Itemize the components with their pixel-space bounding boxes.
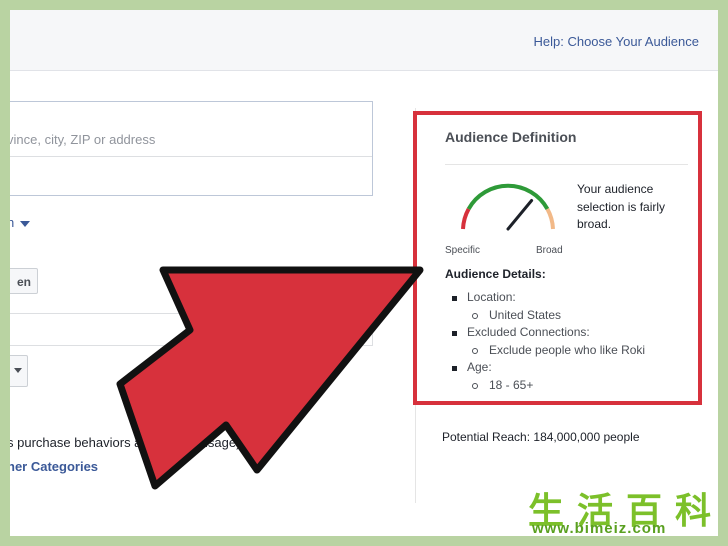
detail-age-value: 18 - 65+ xyxy=(445,377,695,395)
location-input-box[interactable] xyxy=(10,101,373,196)
select-caret-icon xyxy=(14,368,22,373)
audience-gauge: Specific Broad xyxy=(445,183,563,256)
audience-definition-panel: Audience Definition Specific Broad Your … xyxy=(413,111,702,405)
connection-dropdown[interactable]: n xyxy=(10,215,31,230)
gauge-max-label: Broad xyxy=(536,245,563,256)
behaviors-text: s purchase behaviors and device usage) xyxy=(10,435,241,450)
audience-definition-title: Audience Definition xyxy=(445,129,577,145)
connections-input[interactable] xyxy=(10,313,373,346)
gauge-min-label: Specific xyxy=(445,245,480,256)
potential-reach: Potential Reach: 184,000,000 people xyxy=(442,430,640,444)
help-link[interactable]: Help: Choose Your Audience xyxy=(533,34,699,49)
location-box-divider xyxy=(10,156,372,157)
audience-details-title: Audience Details: xyxy=(445,267,546,281)
detail-age-label: Age: xyxy=(445,359,695,377)
watermark-url: www.bimeiz.com xyxy=(532,520,667,537)
main-content: vince, city, ZIP or address n en s purch… xyxy=(10,71,718,536)
audience-description: Your audience selection is fairly broad. xyxy=(577,182,666,231)
detail-location-label: Location: xyxy=(445,289,695,307)
top-bar: Help: Choose Your Audience xyxy=(10,10,718,71)
app-frame: Help: Choose Your Audience vince, city, … xyxy=(10,10,718,536)
more-categories-link[interactable]: ner Categories xyxy=(10,459,98,474)
detail-excluded-label: Excluded Connections: xyxy=(445,324,695,342)
gauge-red-arc xyxy=(461,208,471,230)
exclude-button[interactable]: en xyxy=(10,268,38,294)
audience-details-list: Location: United States Excluded Connect… xyxy=(445,289,695,394)
caret-down-icon xyxy=(20,220,31,227)
detail-excluded-value: Exclude people who like Roki xyxy=(445,342,695,360)
location-search-placeholder[interactable]: vince, city, ZIP or address xyxy=(10,132,155,147)
gauge-green-arc xyxy=(466,183,550,210)
connection-dropdown-label: n xyxy=(10,215,15,230)
detail-location-value: United States xyxy=(445,307,695,325)
age-select[interactable] xyxy=(10,355,28,387)
gauge-orange-arc xyxy=(545,208,555,230)
gauge-needle xyxy=(506,199,534,231)
panel-separator xyxy=(445,164,688,165)
